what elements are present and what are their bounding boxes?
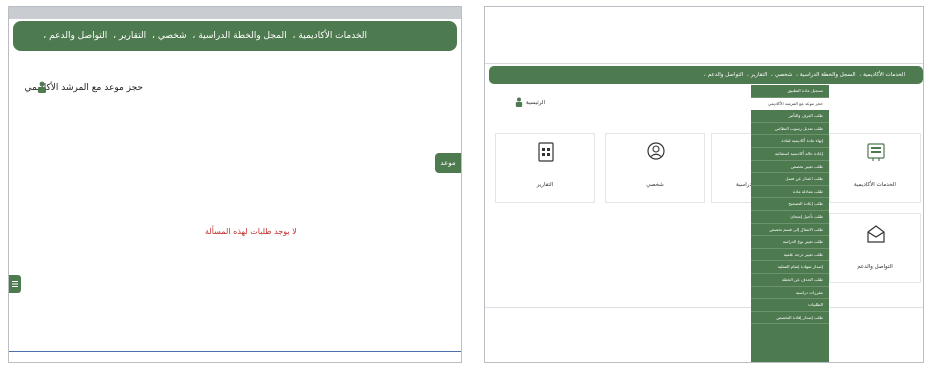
- main-nav-bar: الخدمات الأكاديمية، السجل والخطة الدراسي…: [489, 66, 923, 84]
- dropdown-menu-item[interactable]: طلب الانتقال إلى قسم تخصص: [751, 224, 829, 237]
- new-appointment-button[interactable]: موعد جديد: [435, 153, 461, 187]
- card-reports[interactable]: التقارير: [495, 133, 595, 203]
- dropdown-menu-item[interactable]: طلب اعتذار عن فصل: [751, 173, 829, 186]
- bottom-divider: [9, 351, 461, 352]
- nav-item-support[interactable]: التواصل والدعم: [49, 31, 107, 41]
- dropdown-menu-item[interactable]: طلب معادلة مادة: [751, 186, 829, 199]
- dropdown-menu-item[interactable]: طلب تغيير درجة علمية: [751, 249, 829, 262]
- right-screenshot-panel: الخدمات الأكاديمية، السجل والخطة الدراسي…: [484, 6, 924, 363]
- card-support[interactable]: التواصل والدعم: [829, 213, 921, 283]
- nav-item-reports[interactable]: التقارير: [119, 31, 146, 41]
- nav-item-record-plan[interactable]: المجل والخطة الدراسية: [198, 31, 286, 41]
- footer-divider: [485, 307, 751, 308]
- card-label: الخدمات الأكاديمية: [854, 182, 896, 188]
- envelope-open-icon: [867, 225, 885, 243]
- dropdown-menu-item[interactable]: طلب إصدار إفادة التخصص: [751, 312, 829, 325]
- menu-icon: [12, 281, 18, 287]
- user-icon: [515, 97, 523, 107]
- dropdown-menu-item[interactable]: الطلبيات: [751, 299, 829, 312]
- dropdown-menu-item[interactable]: حجز موعد مع المرشد الأكاديمي: [751, 97, 829, 111]
- academic-services-icon: [867, 143, 885, 161]
- nav-item-personal[interactable]: شخصي: [775, 72, 793, 78]
- dropdown-menu-item[interactable]: طلب إعادة التصحيح: [751, 198, 829, 211]
- card-personal[interactable]: شخصي: [605, 133, 705, 203]
- side-toggle-button[interactable]: [9, 275, 21, 293]
- dropdown-menu-item[interactable]: طلب تغيير نوع الدراسة: [751, 236, 829, 249]
- academic-services-dropdown: تسجيل مادة التطبيق حجز موعد مع المرشد الأ…: [751, 85, 829, 362]
- dropdown-menu-item[interactable]: طلب تعديل رسوب النظامي: [751, 123, 829, 136]
- nav-item-support[interactable]: التواصل والدعم: [708, 72, 744, 78]
- dropdown-menu-item[interactable]: إصدار شهادة إتمام العملية: [751, 261, 829, 274]
- nav-item-personal[interactable]: شخصي: [158, 31, 187, 41]
- dropdown-menu-item[interactable]: تسجيل مادة التطبيق: [751, 85, 829, 98]
- footer-divider: [829, 307, 923, 308]
- card-label: التواصل والدعم: [857, 264, 893, 270]
- card-academic-services[interactable]: الخدمات الأكاديمية: [829, 133, 921, 203]
- dropdown-menu-item[interactable]: طلب تأجيل إمتحان: [751, 211, 829, 224]
- dropdown-menu-item[interactable]: إعادة حالة أكاديمية استثنائية: [751, 148, 829, 161]
- nav-item-academic-services[interactable]: الخدمات الأكاديمية: [863, 72, 905, 78]
- person-circle-icon: [647, 142, 665, 160]
- nav-item-record-plan[interactable]: السجل والخطة الدراسية: [800, 72, 856, 78]
- main-nav-bar: الخدمات الأكاديمية، المجل والخطة الدراسي…: [13, 21, 457, 51]
- page-title: الرئيسية: [526, 100, 545, 106]
- page-header: [485, 7, 923, 64]
- dropdown-menu-item[interactable]: طلب الغرف والتأثير: [751, 110, 829, 123]
- dropdown-menu-item[interactable]: طلب تغيير تخصص: [751, 161, 829, 174]
- nav-item-academic-services[interactable]: الخدمات الأكاديمية: [298, 31, 367, 41]
- dropdown-menu-item[interactable]: إنهاء مادة أكاديمية لمادة: [751, 135, 829, 148]
- nav-item-reports[interactable]: التقارير: [751, 72, 768, 78]
- card-label: التقارير: [536, 182, 554, 188]
- browser-top-bar: [9, 7, 461, 19]
- empty-state-message: لا يوجد طلبات لهذه المسألة: [205, 227, 297, 236]
- user-icon: [38, 81, 46, 93]
- card-label: شخصي: [646, 182, 664, 188]
- dropdown-menu-item[interactable]: طلب الحذف عن الخطة: [751, 274, 829, 287]
- reports-icon: [538, 142, 554, 162]
- dropdown-menu-item[interactable]: مقررات دراسية: [751, 287, 829, 300]
- left-screenshot-panel: الخدمات الأكاديمية، المجل والخطة الدراسي…: [8, 6, 462, 363]
